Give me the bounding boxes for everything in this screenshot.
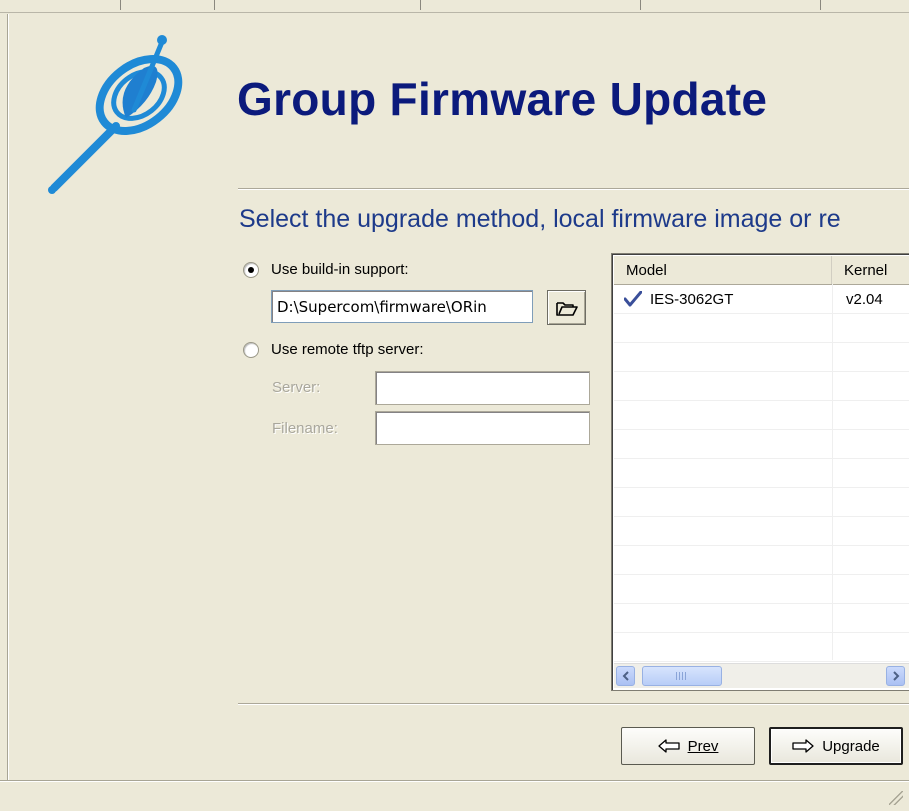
upgrade-button-label: Upgrade xyxy=(822,737,880,755)
table-row xyxy=(614,372,909,401)
builtin-support-label: Use build-in support: xyxy=(271,261,409,278)
remote-tftp-label: Use remote tftp server: xyxy=(271,341,424,358)
scroll-thumb[interactable] xyxy=(642,666,722,686)
remote-tftp-radio[interactable] xyxy=(243,341,259,358)
browse-button[interactable] xyxy=(547,290,586,325)
upgrade-button[interactable]: Upgrade xyxy=(769,727,903,765)
arrow-right-icon xyxy=(792,739,814,753)
resize-grip-icon[interactable] xyxy=(889,791,903,805)
model-cell: IES-3062GT xyxy=(650,291,734,308)
window-left-border xyxy=(8,14,9,780)
table-row xyxy=(614,314,909,343)
table-row xyxy=(614,517,909,546)
table-row xyxy=(614,401,909,430)
table-row xyxy=(614,430,909,459)
footer-divider xyxy=(238,703,909,704)
status-bar xyxy=(0,780,909,811)
folder-open-icon xyxy=(555,301,578,316)
table-row xyxy=(614,633,909,662)
page-subtitle: Select the upgrade method, local firmwar… xyxy=(239,205,841,233)
kernel-cell: v2.04 xyxy=(846,291,883,308)
top-toolbar-strip xyxy=(0,0,909,13)
remote-tftp-option[interactable]: Use remote tftp server: xyxy=(243,341,424,358)
table-row xyxy=(614,546,909,575)
scroll-left-button[interactable] xyxy=(616,666,635,686)
server-label: Server: xyxy=(272,379,321,396)
table-row xyxy=(614,343,909,372)
table-row[interactable]: IES-3062GT v2.04 xyxy=(614,285,909,314)
device-list-header: Model Kernel xyxy=(614,256,909,285)
horizontal-scrollbar[interactable] xyxy=(614,663,909,688)
chevron-left-icon xyxy=(622,671,629,681)
title-divider xyxy=(238,188,909,189)
device-list[interactable]: Model Kernel IES-3062GT v2.04 xyxy=(611,253,909,691)
builtin-support-option[interactable]: Use build-in support: xyxy=(243,261,409,278)
magnifier-globe-logo xyxy=(48,35,183,194)
table-row xyxy=(614,459,909,488)
column-header-kernel[interactable]: Kernel xyxy=(832,256,909,284)
arrow-left-icon xyxy=(657,739,680,753)
column-header-model[interactable]: Model xyxy=(614,256,832,284)
filename-label: Filename: xyxy=(272,420,338,437)
firmware-path-field[interactable]: D:\Supercom\firmware\ORin xyxy=(271,290,533,323)
table-row xyxy=(614,575,909,604)
builtin-support-radio[interactable] xyxy=(243,261,259,278)
table-row xyxy=(614,488,909,517)
server-field[interactable] xyxy=(375,371,590,405)
page-title: Group Firmware Update xyxy=(237,73,768,125)
checkmark-icon[interactable] xyxy=(624,291,642,307)
filename-field[interactable] xyxy=(375,411,590,445)
chevron-right-icon xyxy=(892,671,899,681)
table-row xyxy=(614,604,909,633)
prev-button-label: Prev xyxy=(687,737,719,755)
prev-button[interactable]: Prev xyxy=(621,727,755,765)
scroll-right-button[interactable] xyxy=(886,666,905,686)
